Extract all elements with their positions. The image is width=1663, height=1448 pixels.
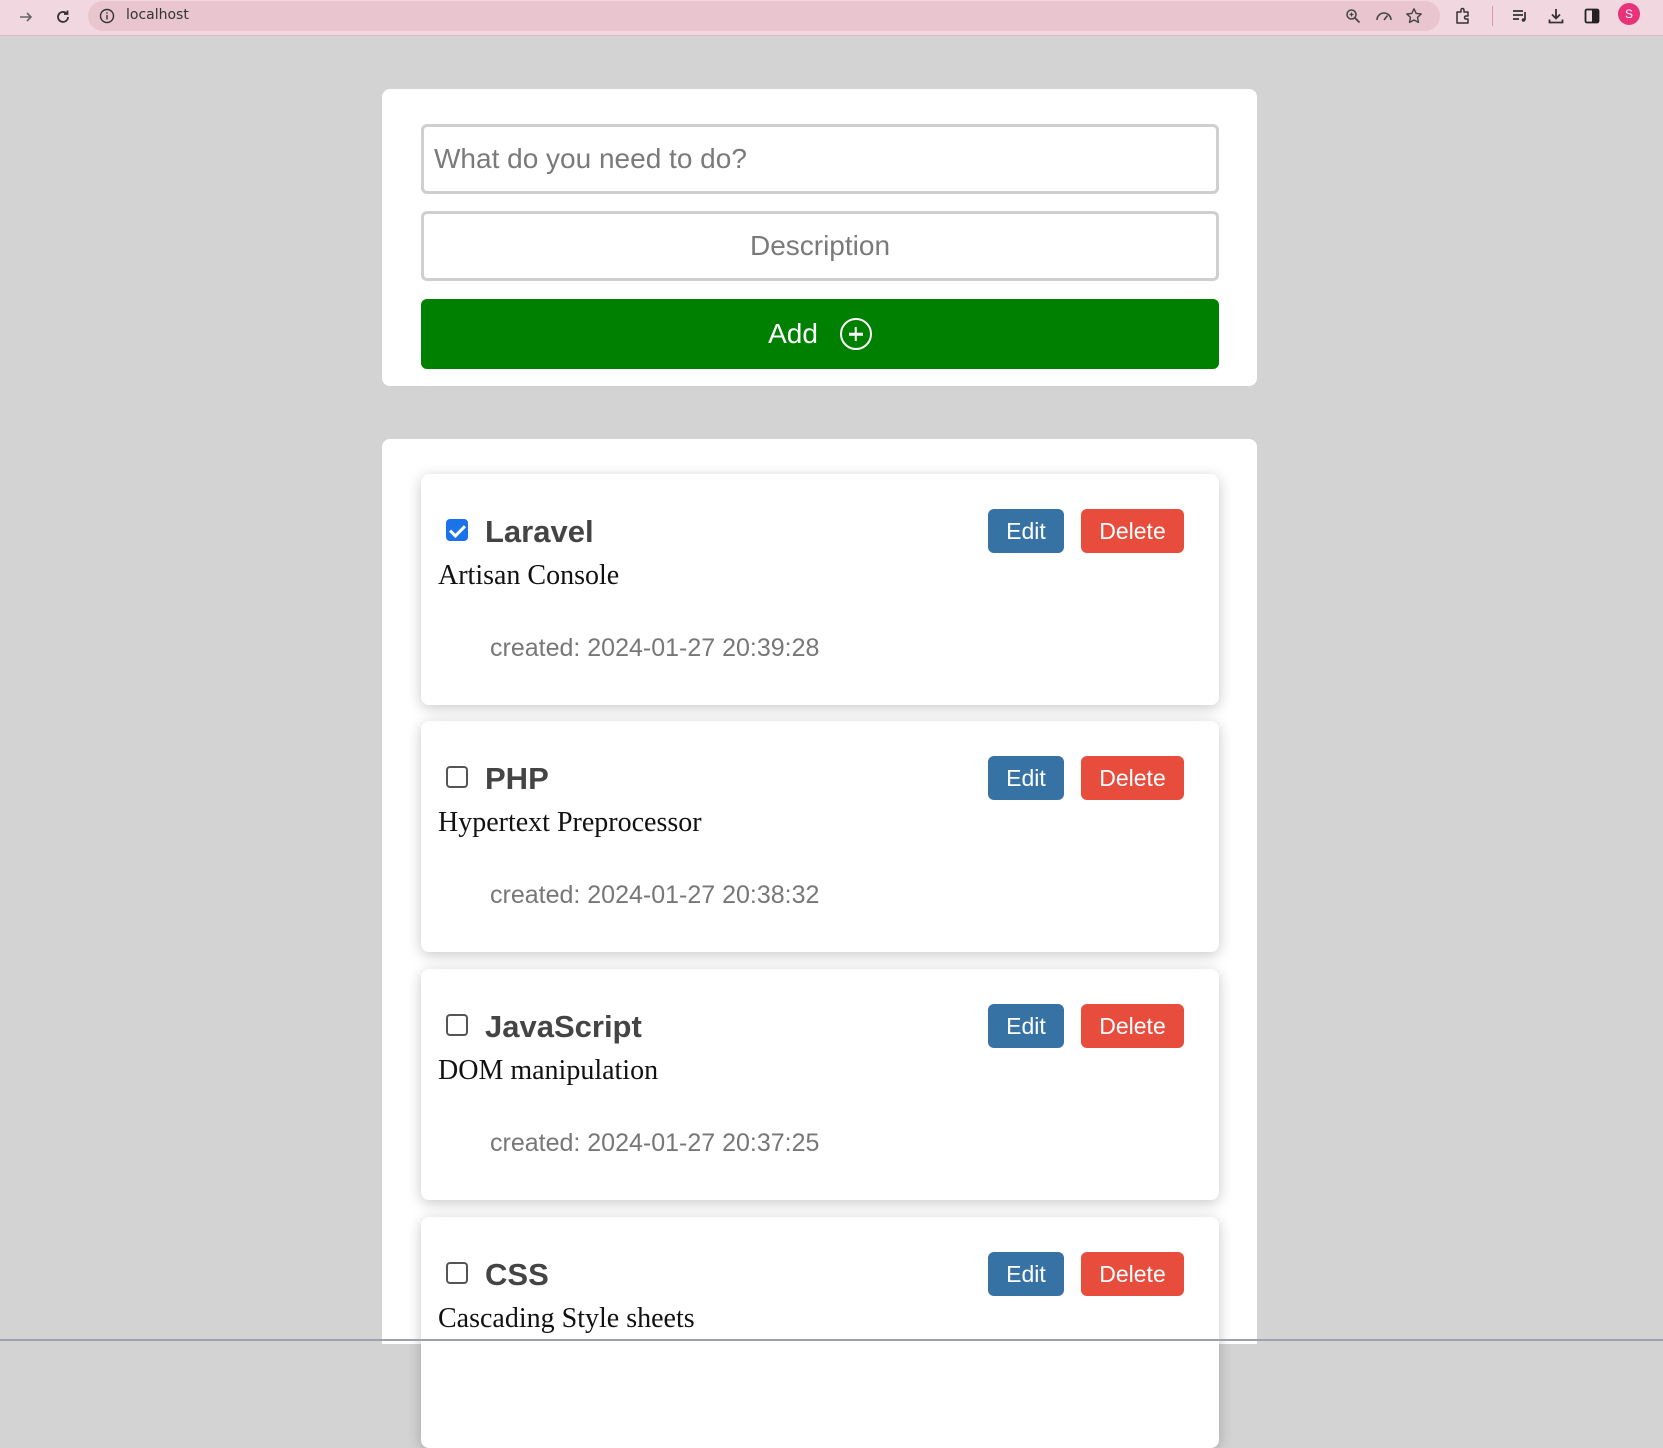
todo-item: CSS Edit Delete Cascading Style sheets <box>421 1217 1219 1448</box>
viewport-bottom-border <box>0 1339 1663 1341</box>
todo-item: PHP Edit Delete Hypertext Preprocessor c… <box>421 721 1219 952</box>
todo-checkbox[interactable] <box>446 1014 468 1036</box>
todo-created-timestamp: created: 2024-01-27 20:37:25 <box>490 1129 820 1157</box>
todo-title: JavaScript <box>485 1009 642 1044</box>
todo-title: Laravel <box>485 514 594 549</box>
todo-description: DOM manipulation <box>438 1055 659 1086</box>
profile-avatar[interactable]: S <box>1618 3 1640 25</box>
bookmark-star-icon[interactable] <box>1404 6 1424 26</box>
site-info-icon[interactable] <box>97 6 117 26</box>
todo-item: JavaScript Edit Delete DOM manipulation … <box>421 969 1219 1200</box>
todo-item: Laravel Edit Delete Artisan Console crea… <box>421 474 1219 705</box>
side-panel-icon[interactable] <box>1579 3 1605 29</box>
browser-toolbar: localhost S <box>0 0 1663 36</box>
todo-title: CSS <box>485 1257 549 1292</box>
url-text[interactable]: localhost <box>126 7 189 23</box>
add-button[interactable]: Add <box>421 299 1219 369</box>
todo-list: Laravel Edit Delete Artisan Console crea… <box>382 439 1257 1448</box>
forward-icon[interactable] <box>13 4 39 30</box>
edit-button[interactable]: Edit <box>988 1252 1064 1296</box>
media-queue-icon[interactable] <box>1507 3 1533 29</box>
todo-description: Cascading Style sheets <box>438 1303 695 1334</box>
description-input[interactable] <box>421 211 1219 281</box>
todo-checkbox[interactable] <box>446 766 468 788</box>
todo-checkbox[interactable] <box>446 519 468 541</box>
edit-button[interactable]: Edit <box>988 756 1064 800</box>
todo-checkbox[interactable] <box>446 1262 468 1284</box>
add-todo-form: Add <box>382 89 1257 386</box>
todo-description: Artisan Console <box>438 560 620 591</box>
plus-circle-icon <box>839 318 872 350</box>
address-bar[interactable]: localhost <box>88 1 1440 31</box>
delete-button[interactable]: Delete <box>1081 509 1184 553</box>
task-title-input[interactable] <box>421 124 1219 194</box>
todo-title: PHP <box>485 761 549 796</box>
todo-created-timestamp: created: 2024-01-27 20:38:32 <box>490 881 820 909</box>
extensions-icon[interactable] <box>1450 3 1476 29</box>
reload-icon[interactable] <box>50 4 76 30</box>
delete-button[interactable]: Delete <box>1081 1004 1184 1048</box>
todo-created-timestamp: created: 2024-01-27 20:39:28 <box>490 634 820 662</box>
add-button-label: Add <box>768 318 818 349</box>
zoom-icon[interactable] <box>1343 6 1363 26</box>
delete-button[interactable]: Delete <box>1081 1252 1184 1296</box>
downloads-icon[interactable] <box>1543 3 1569 29</box>
performance-icon[interactable] <box>1374 6 1394 26</box>
toolbar-separator <box>1492 6 1493 26</box>
delete-button[interactable]: Delete <box>1081 756 1184 800</box>
todo-description: Hypertext Preprocessor <box>438 807 702 838</box>
edit-button[interactable]: Edit <box>988 509 1064 553</box>
edit-button[interactable]: Edit <box>988 1004 1064 1048</box>
